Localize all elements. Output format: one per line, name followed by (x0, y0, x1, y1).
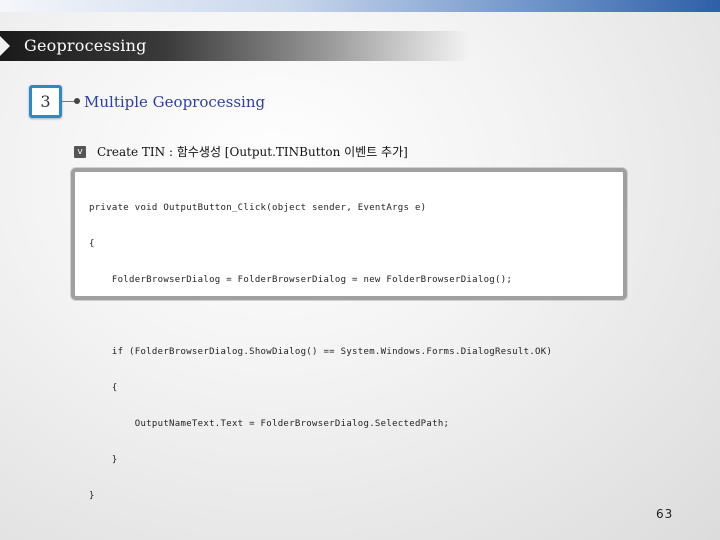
section-number: 3 (40, 92, 51, 111)
code-line: } (89, 455, 118, 465)
code-line: { (89, 383, 118, 393)
page-number: 63 (656, 507, 674, 521)
section-title: Multiple Geoprocessing (84, 93, 266, 111)
page-title: Geoprocessing (24, 36, 147, 55)
code-block: private void OutputButton_Click(object s… (89, 178, 552, 526)
section-connector-dot (74, 98, 80, 104)
code-panel: private void OutputButton_Click(object s… (71, 168, 627, 501)
top-accent-stripe (0, 0, 720, 12)
code-line: { (89, 239, 95, 249)
header-arrow-icon (0, 36, 10, 56)
code-line: OutputNameText.Text = FolderBrowserDialo… (89, 419, 450, 429)
checkbox-bullet-mark: v (77, 147, 83, 157)
code-line: if (FolderBrowserDialog.ShowDialog() == … (89, 347, 553, 357)
code-line: } (89, 491, 95, 501)
checkbox-bullet-icon: v (74, 146, 86, 158)
bullet-text: Create TIN : 함수생성 [Output.TINButton 이벤트 … (97, 145, 408, 159)
section-number-badge: 3 (29, 85, 62, 118)
code-line: FolderBrowserDialog = FolderBrowserDialo… (89, 275, 513, 285)
code-line: private void OutputButton_Click(object s… (89, 203, 427, 213)
